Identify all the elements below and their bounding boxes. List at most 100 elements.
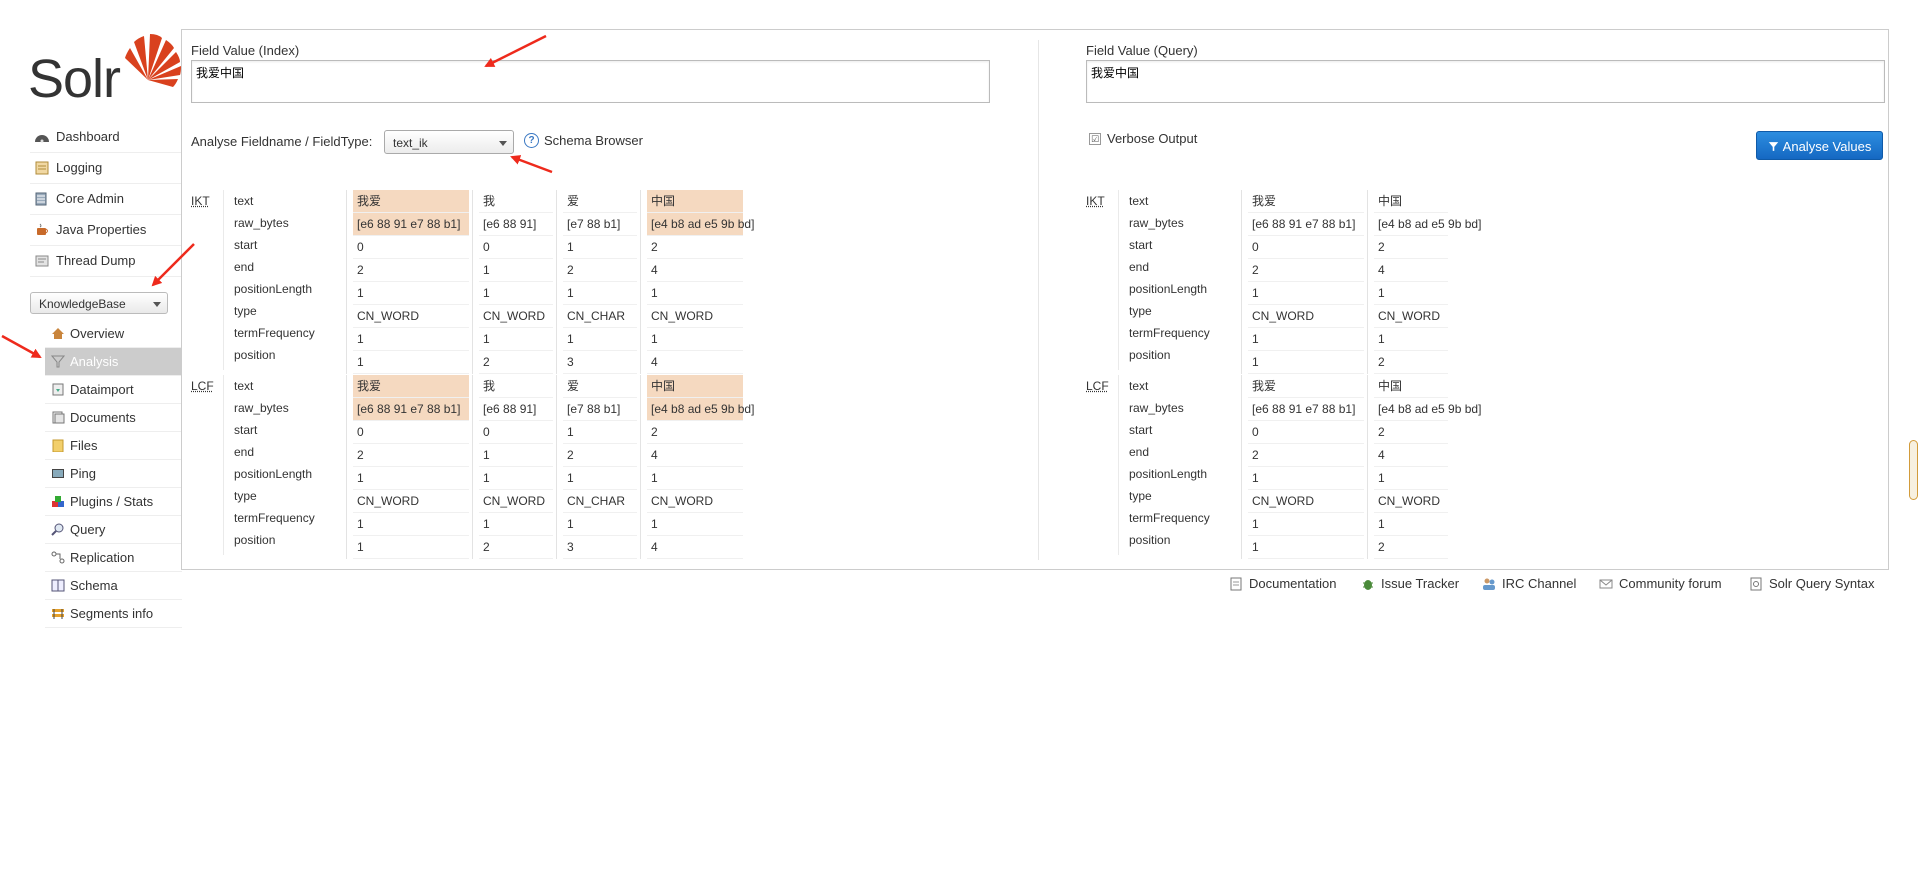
nav-dashboard[interactable]: Dashboard — [30, 122, 182, 153]
token-type-cell: CN_WORD — [1374, 305, 1448, 328]
footer-link-community-forum[interactable]: Community forum — [1599, 576, 1722, 591]
token-text-cell: 中国 — [647, 190, 743, 213]
token-positionlength-cell: 1 — [647, 467, 743, 490]
token-start-cell: 0 — [353, 236, 469, 259]
core-item-documents[interactable]: Documents — [45, 404, 182, 432]
token-position-cell: 1 — [1248, 351, 1364, 374]
scrollbar-thumb[interactable] — [1909, 440, 1918, 500]
core-item-label: Overview — [70, 326, 125, 341]
chevron-down-icon — [153, 302, 161, 307]
core-item-schema[interactable]: Schema — [45, 572, 182, 600]
token-termfrequency-cell: 1 — [353, 328, 469, 351]
java-icon — [37, 223, 48, 235]
nav-logging[interactable]: Logging — [30, 153, 182, 184]
attribute-label: type — [234, 489, 257, 503]
token-termfrequency-cell: 1 — [647, 513, 743, 536]
schema-browser-link[interactable]: ? Schema Browser — [524, 133, 643, 148]
token-positionlength-cell: 1 — [647, 282, 743, 305]
verbose-label: Verbose Output — [1107, 131, 1198, 146]
attribute-label: termFrequency — [234, 326, 315, 340]
footer-link-solr-query-syntax[interactable]: Solr Query Syntax — [1749, 576, 1875, 591]
stage-name[interactable]: IKT — [1086, 194, 1105, 208]
token-column: 我 [e6 88 91] 0 1 1 CN_WORD 1 2 — [472, 375, 557, 559]
footer-link-irc-channel[interactable]: IRC Channel — [1482, 576, 1576, 591]
attribute-label: position — [234, 348, 276, 362]
attribute-label: raw_bytes — [1129, 216, 1184, 230]
verbose-output-toggle[interactable]: ☑ Verbose Output — [1089, 131, 1197, 146]
core-item-ping[interactable]: Ping — [45, 460, 182, 488]
token-column: 爱 [e7 88 b1] 1 2 1 CN_CHAR 1 3 — [556, 190, 641, 374]
attribute-label: termFrequency — [1129, 511, 1210, 525]
core-item-label: Files — [70, 438, 98, 453]
core-item-replication[interactable]: Replication — [45, 544, 182, 572]
footer-link-documentation[interactable]: Documentation — [1229, 576, 1336, 591]
core-item-dataimport[interactable]: Dataimport — [45, 376, 182, 404]
token-raw_bytes-cell: [e6 88 91 e7 88 b1] — [353, 398, 469, 421]
token-end-cell: 2 — [353, 259, 469, 282]
attribute-label: text — [234, 379, 254, 393]
core-item-overview[interactable]: Overview — [45, 320, 182, 348]
token-text-cell: 中国 — [1374, 375, 1448, 398]
attribute-label: text — [234, 194, 254, 208]
core-item-query[interactable]: Query — [45, 516, 182, 544]
stage-name[interactable]: IKT — [191, 194, 210, 208]
token-start-cell: 0 — [353, 421, 469, 444]
attribute-label: raw_bytes — [234, 216, 289, 230]
thread-dump-icon — [35, 255, 49, 267]
stage-separator — [223, 190, 224, 370]
nav-core-admin[interactable]: Core Admin — [30, 184, 182, 215]
token-text-cell: 我爱 — [353, 375, 469, 398]
chevron-down-icon — [499, 141, 507, 146]
plugins-icon — [52, 496, 64, 507]
token-position-cell: 4 — [647, 351, 743, 374]
analyse-values-button[interactable]: Analyse Values — [1756, 131, 1883, 160]
verbose-checkbox[interactable]: ☑ — [1089, 132, 1101, 145]
core-item-plugins-stats[interactable]: Plugins / Stats — [45, 488, 182, 516]
stage-name[interactable]: LCF — [191, 379, 214, 393]
token-type-cell: CN_WORD — [647, 305, 743, 328]
fieldtype-select[interactable]: text_ik — [384, 130, 514, 154]
token-end-cell: 4 — [1374, 444, 1448, 467]
query-icon — [51, 523, 64, 536]
attribute-label: start — [1129, 423, 1153, 437]
segments-icon — [52, 609, 64, 619]
index-field-label: Field Value (Index) — [191, 43, 300, 58]
token-end-cell: 2 — [563, 259, 637, 282]
nav-java-properties[interactable]: Java Properties — [30, 215, 182, 246]
query-value-input[interactable]: 我爱中国 — [1086, 60, 1885, 103]
fieldtype-label: Analyse Fieldname / FieldType: — [191, 134, 373, 149]
token-start-cell: 0 — [479, 236, 553, 259]
nav-thread-dump[interactable]: Thread Dump — [30, 246, 182, 277]
query-field-label: Field Value (Query) — [1086, 43, 1198, 58]
footer-link-label: Solr Query Syntax — [1769, 576, 1875, 591]
token-termfrequency-cell: 1 — [479, 328, 553, 351]
stage-separator — [1118, 375, 1119, 555]
core-item-label: Plugins / Stats — [70, 494, 154, 509]
token-positionlength-cell: 1 — [479, 467, 553, 490]
attribute-label: positionLength — [234, 282, 313, 296]
attribute-label: end — [234, 260, 255, 274]
stage-name[interactable]: LCF — [1086, 379, 1109, 393]
footer-link-issue-tracker[interactable]: Issue Tracker — [1361, 576, 1459, 591]
footer-link-label: Community forum — [1619, 576, 1722, 591]
nav-label: Logging — [56, 160, 103, 175]
core-item-files[interactable]: Files — [45, 432, 182, 460]
core-item-analysis[interactable]: Analysis — [45, 348, 182, 376]
token-text-cell: 爱 — [563, 190, 637, 213]
core-selector[interactable]: KnowledgeBase — [30, 292, 168, 314]
attribute-label: raw_bytes — [1129, 401, 1184, 415]
index-value-input[interactable]: 我爱中国 — [191, 60, 990, 103]
attribute-label: raw_bytes — [234, 401, 289, 415]
token-position-cell: 2 — [1374, 351, 1448, 374]
attribute-label: positionLength — [1129, 467, 1208, 481]
mail-icon — [1599, 579, 1613, 588]
core-item-label: Replication — [70, 550, 135, 565]
token-raw_bytes-cell: [e6 88 91] — [479, 213, 553, 236]
core-item-segments-info[interactable]: Segments info — [45, 600, 182, 628]
token-position-cell: 1 — [1248, 536, 1364, 559]
token-raw_bytes-cell: [e4 b8 ad e5 9b bd] — [1374, 398, 1481, 421]
attribute-label: type — [1129, 304, 1152, 318]
core-item-label: Segments info — [70, 606, 154, 621]
token-column: 爱 [e7 88 b1] 1 2 1 CN_CHAR 1 3 — [556, 375, 641, 559]
token-text-cell: 我爱 — [353, 190, 469, 213]
